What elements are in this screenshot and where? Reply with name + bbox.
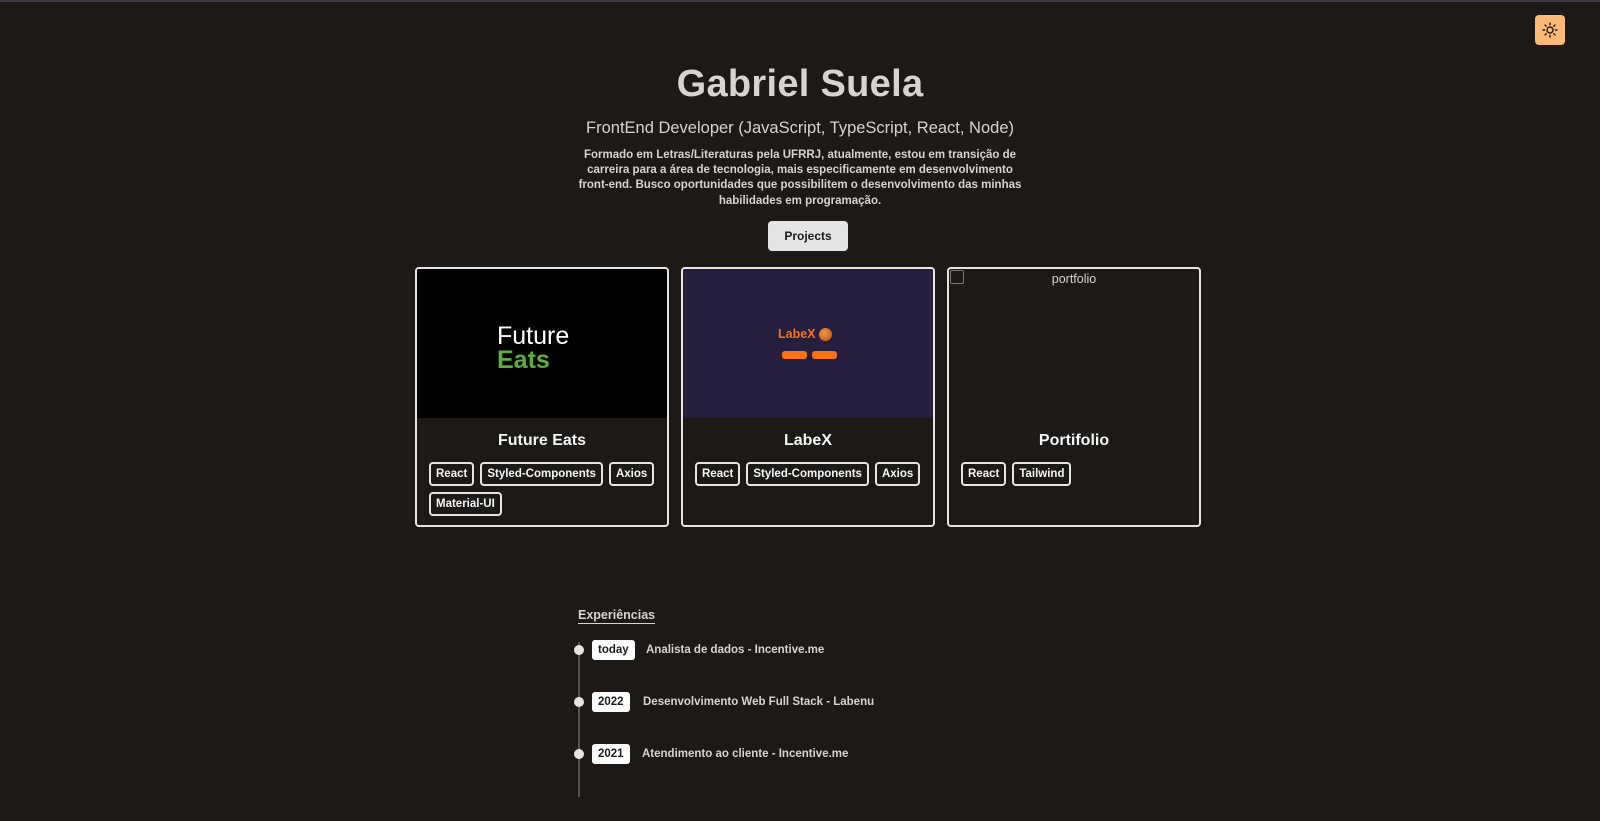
tech-tag: React [695,462,741,486]
theme-toggle-button[interactable] [1535,15,1565,45]
project-card-labex[interactable]: LabeX LabeX React Styled-Components Axio… [681,267,935,527]
future-eats-logo-line1: Future [497,322,570,350]
tech-tags: React Tailwind [949,462,1199,486]
sun-icon [1542,22,1558,38]
tech-tag: Styled-Components [480,462,603,486]
tech-tag: Tailwind [1012,462,1072,486]
planet-icon [818,327,832,341]
timeline-line [578,642,580,797]
timeline-dot [574,645,584,655]
labex-preview-buttons [782,351,837,359]
project-card-portfolio[interactable]: portfolio Portifolio React Tailwind [947,267,1201,527]
tech-tag: React [429,462,475,486]
image-alt-text: portfolio [1051,272,1097,286]
page-title: Gabriel Suela [676,63,924,105]
future-eats-thumbnail: Future Eats [417,269,667,418]
future-eats-logo-line2: Eats [497,346,550,374]
role-subtitle: FrontEnd Developer (JavaScript, TypeScri… [586,119,1014,137]
labex-preview-button [782,351,807,359]
timeline-period: 2022 [592,692,630,712]
labex-thumbnail: LabeX [683,269,933,418]
tech-tag: React [961,462,1007,486]
future-eats-logo: Future Eats [497,322,570,374]
tech-tag: Styled-Components [746,462,869,486]
projects-button[interactable]: Projects [768,221,848,251]
timeline-description: Analista de dados - Incentive.me [646,644,825,656]
project-card-future-eats[interactable]: Future Eats Future Eats React Styled-Com… [415,267,669,527]
project-title: LabeX [783,432,832,449]
labex-preview-button [812,351,837,359]
timeline-dot [574,697,584,707]
broken-image: portfolio [949,269,1199,418]
tech-tag: Axios [608,462,655,486]
tech-tags: React Styled-Components Axios Material-U… [417,462,667,516]
labex-logo: LabeX [778,327,832,341]
tech-tag: Axios [874,462,921,486]
portfolio-thumbnail: portfolio [949,269,1199,418]
project-title: Portifolio [1038,432,1110,449]
tech-tags: React Styled-Components Axios [683,462,933,486]
hero-section: Gabriel Suela FrontEnd Developer (JavaSc… [0,60,1600,209]
timeline-period: today [592,640,635,660]
bio-text: Formado em Letras/Literaturas pela UFRRJ… [578,149,1022,207]
timeline-description: Atendimento ao cliente - Incentive.me [642,748,849,760]
tech-tag: Material-UI [429,492,502,516]
project-title: Future Eats [497,432,586,449]
labex-logo-text: LabeX [778,327,816,341]
timeline-description: Desenvolvimento Web Full Stack - Labenu [643,696,875,708]
timeline-dot [574,749,584,759]
experiences-heading: Experiências [578,608,656,624]
timeline-period: 2021 [592,744,630,764]
